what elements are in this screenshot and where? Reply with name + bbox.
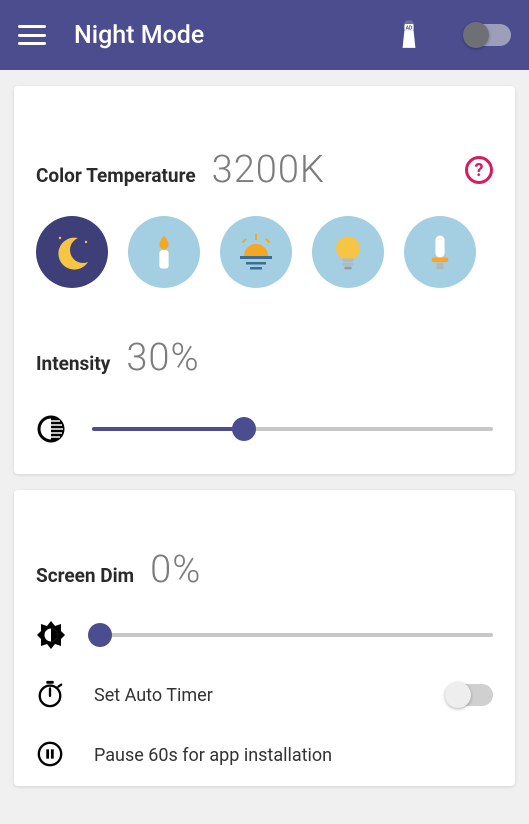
intensity-slider[interactable] bbox=[92, 427, 493, 431]
ad-lighthouse-icon[interactable]: AD bbox=[397, 19, 421, 51]
app-header: Night Mode AD bbox=[0, 0, 529, 70]
contrast-icon bbox=[36, 414, 66, 444]
page-title: Night Mode bbox=[74, 21, 397, 50]
intensity-slider-row bbox=[36, 414, 493, 444]
preset-bulb[interactable] bbox=[312, 216, 384, 288]
screen-dim-slider[interactable] bbox=[92, 633, 493, 637]
intensity-row: Intensity 30% bbox=[36, 336, 493, 380]
screen-dim-row: Screen Dim 0% bbox=[36, 548, 493, 592]
pause-icon bbox=[36, 740, 66, 770]
color-intensity-card: Color Temperature 3200K ? bbox=[14, 86, 515, 474]
intensity-value: 30% bbox=[126, 336, 199, 380]
screen-dim-card: Screen Dim 0% Set Auto Timer bbox=[14, 490, 515, 786]
screen-dim-value: 0% bbox=[150, 548, 201, 592]
screen-dim-slider-row bbox=[36, 620, 493, 650]
preset-moon[interactable] bbox=[36, 216, 108, 288]
screen-dim-label: Screen Dim bbox=[36, 564, 134, 587]
timer-icon bbox=[36, 680, 66, 710]
preset-fluorescent[interactable] bbox=[404, 216, 476, 288]
preset-candle[interactable] bbox=[128, 216, 200, 288]
preset-row bbox=[36, 216, 493, 288]
pause-label: Pause 60s for app installation bbox=[94, 745, 493, 766]
help-icon[interactable]: ? bbox=[465, 156, 493, 184]
brightness-icon bbox=[36, 620, 66, 650]
pause-row[interactable]: Pause 60s for app installation bbox=[36, 740, 493, 770]
intensity-label: Intensity bbox=[36, 352, 110, 375]
auto-timer-row[interactable]: Set Auto Timer bbox=[36, 680, 493, 710]
auto-timer-toggle[interactable] bbox=[447, 684, 493, 706]
preset-sunset[interactable] bbox=[220, 216, 292, 288]
color-temp-row: Color Temperature 3200K ? bbox=[36, 148, 493, 192]
auto-timer-label: Set Auto Timer bbox=[94, 685, 419, 706]
color-temp-value: 3200K bbox=[212, 148, 325, 192]
menu-icon[interactable] bbox=[18, 25, 46, 45]
color-temp-label: Color Temperature bbox=[36, 164, 196, 187]
master-toggle[interactable] bbox=[465, 24, 511, 46]
